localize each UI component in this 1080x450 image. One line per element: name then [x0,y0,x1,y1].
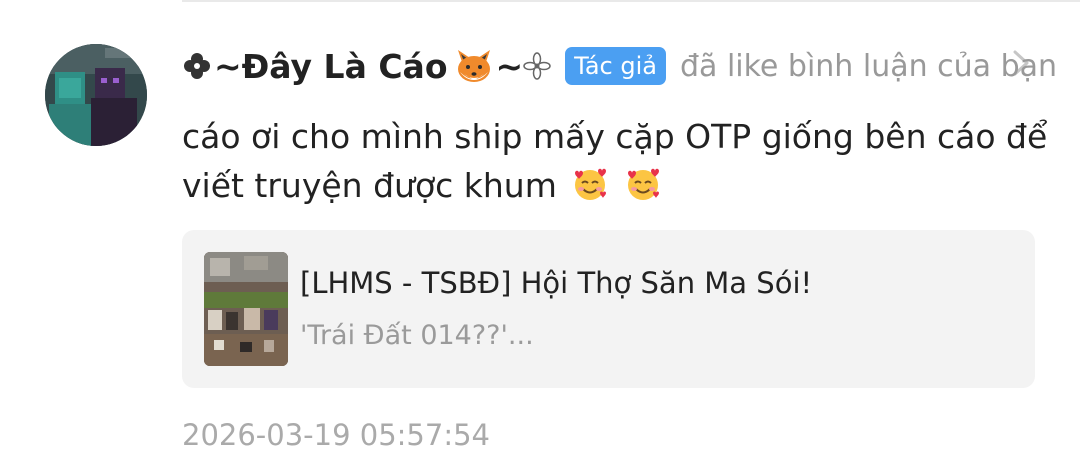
story-card[interactable]: [LHMS - TSBĐ] Hội Thợ Săn Ma Sói! 'Trái … [182,230,1035,388]
notification-item[interactable]: ~Đây Là Cáo ~ Tác giả đã like bình luận … [0,0,1080,450]
flower-icon [523,52,551,80]
comment-body: cáo ơi cho mình ship mấy cặp OTP giống b… [182,112,1062,210]
action-text: đã like bình luận của bạn [679,48,1058,84]
notification-header: ~Đây Là Cáo ~ Tác giả đã like bình luận … [182,38,1062,94]
timestamp: 2026-03-19 05:57:54 [182,418,490,450]
chevron-right-icon[interactable] [1008,48,1034,78]
comment-text: cáo ơi cho mình ship mấy cặp OTP giống b… [182,117,1048,205]
clover-icon [184,53,210,79]
story-title: [LHMS - TSBĐ] Hội Thợ Săn Ma Sói! [300,266,813,300]
divider [182,0,1080,2]
smiling-face-with-hearts-icon [627,168,659,200]
username-suffix: ~ [495,46,524,86]
avatar[interactable] [45,44,147,146]
author-badge: Tác giả [565,47,666,85]
username[interactable]: ~Đây Là Cáo [214,47,448,86]
story-subtitle: 'Trái Đất 014??'... [300,320,534,351]
fox-face-icon [457,50,490,82]
smiling-face-with-hearts-icon [575,168,607,200]
story-thumbnail [204,252,288,366]
